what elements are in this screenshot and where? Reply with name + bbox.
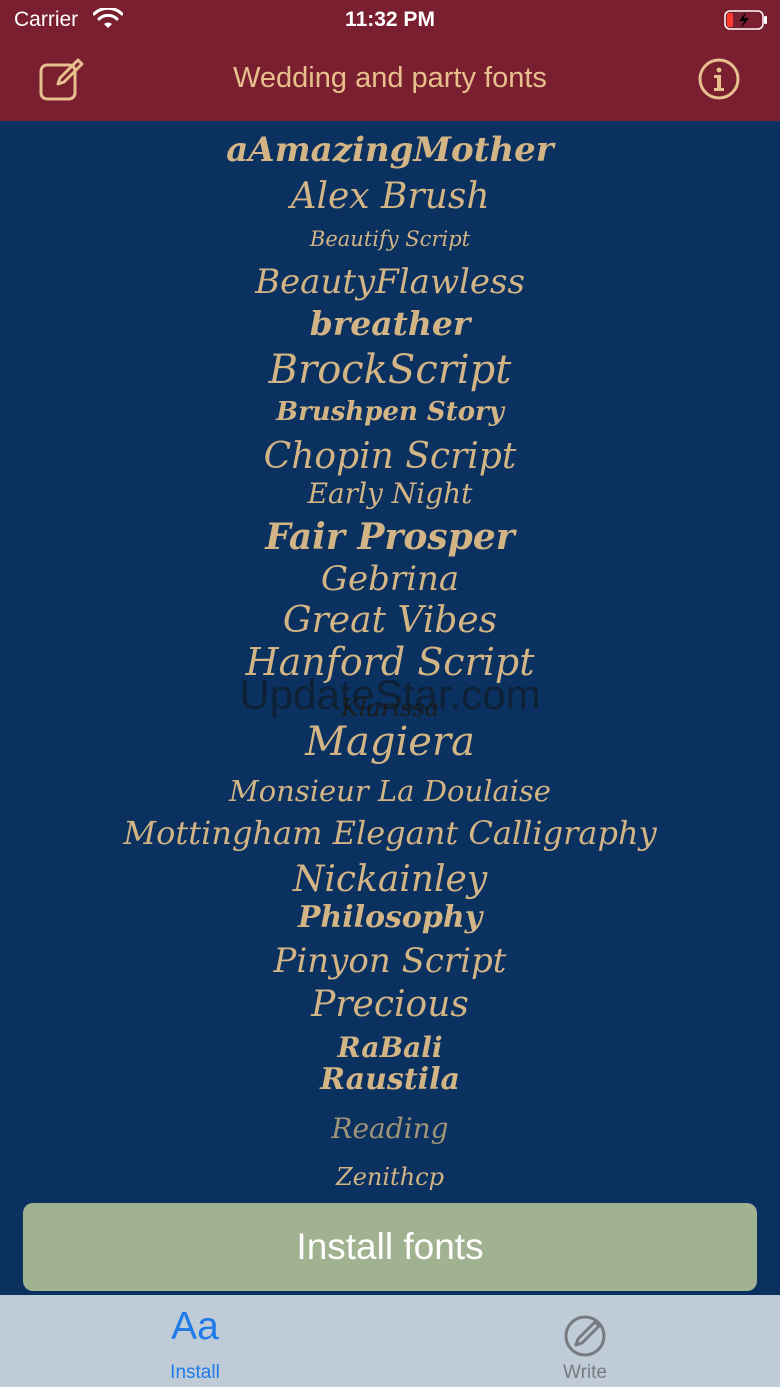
tab-install-label: Install bbox=[170, 1362, 220, 1383]
font-sample: RaBali bbox=[337, 1031, 443, 1064]
pencil-circle-icon bbox=[564, 1315, 606, 1357]
tab-write[interactable]: Write bbox=[390, 1295, 780, 1387]
info-icon[interactable] bbox=[698, 58, 740, 100]
install-fonts-button[interactable]: Install fonts bbox=[23, 1203, 757, 1291]
status-bar: Carrier 11:32 PM bbox=[0, 0, 780, 40]
font-sample: Reading bbox=[331, 1112, 449, 1145]
header: Carrier 11:32 PM Wedding and party fonts bbox=[0, 0, 780, 121]
font-sample: Magiera bbox=[305, 719, 475, 765]
tab-bar: Aa Install Write bbox=[0, 1295, 780, 1387]
font-sample: Nickainley bbox=[292, 859, 488, 900]
font-sample: Chopin Script bbox=[263, 436, 517, 477]
font-sample: Early Night bbox=[307, 477, 473, 510]
status-time: 11:32 PM bbox=[345, 8, 435, 31]
battery-charging-icon bbox=[724, 10, 767, 30]
font-sample: breather bbox=[309, 304, 471, 343]
font-sample: Precious bbox=[311, 984, 469, 1025]
font-sample: Zenithcp bbox=[336, 1163, 444, 1191]
font-aa-icon: Aa bbox=[171, 1305, 219, 1348]
font-sample: Philosophy bbox=[297, 900, 483, 935]
font-list: aAmazingMother Alex Brush Beautify Scrip… bbox=[0, 121, 780, 1201]
tab-write-label: Write bbox=[563, 1362, 607, 1383]
watermark: UpdateStar.com bbox=[239, 671, 541, 718]
font-sample: Brushpen Story bbox=[276, 397, 504, 427]
font-sample: Gebrina bbox=[320, 559, 460, 599]
font-sample: Pinyon Script bbox=[273, 941, 507, 981]
font-sample: BeautyFlawless bbox=[255, 262, 525, 302]
nav-bar: Wedding and party fonts bbox=[0, 40, 780, 121]
font-sample: Great Vibes bbox=[282, 600, 498, 641]
font-sample: Fair Prosper bbox=[265, 516, 515, 558]
font-sample: Alex Brush bbox=[290, 176, 490, 217]
font-sample: Beautify Script bbox=[309, 227, 471, 251]
font-sample: Raustila bbox=[320, 1062, 460, 1097]
font-sample: BrockScript bbox=[268, 347, 512, 393]
font-sample: Monsieur La Doulaise bbox=[229, 774, 551, 808]
font-sample: aAmazingMother bbox=[226, 130, 554, 170]
page-title: Wedding and party fonts bbox=[233, 62, 547, 94]
font-sample: Mottingham Elegant Calligraphy bbox=[123, 814, 657, 852]
tab-install[interactable]: Aa Install bbox=[0, 1295, 390, 1387]
